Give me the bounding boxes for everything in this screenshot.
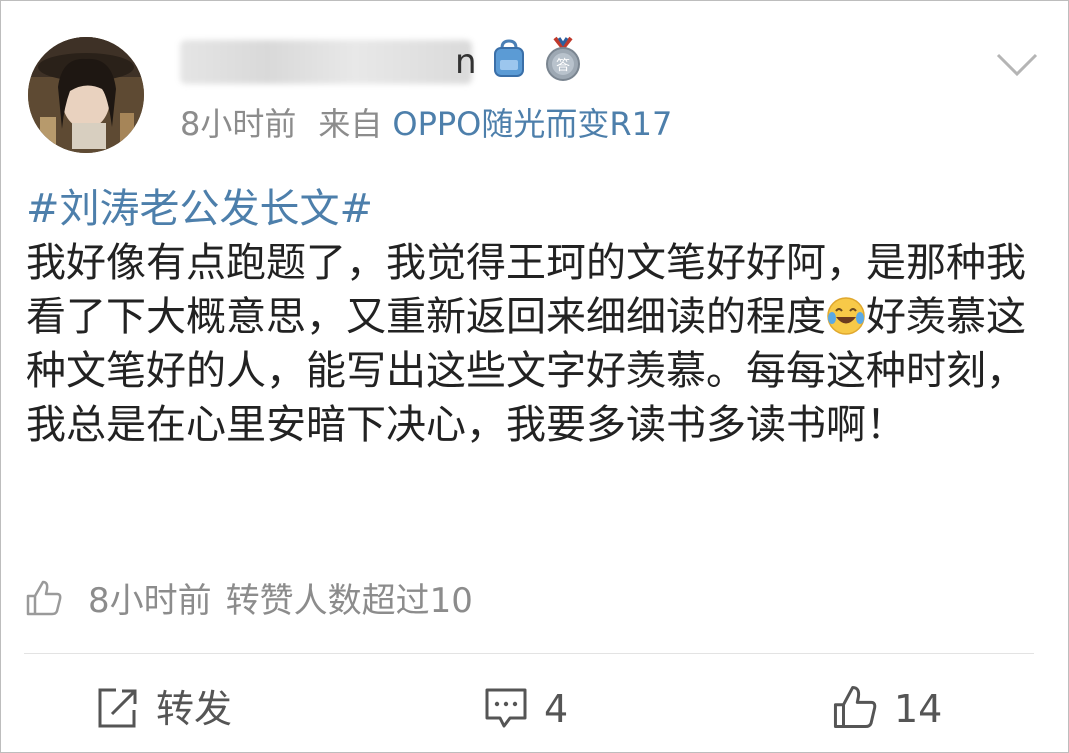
source-label: 来自	[318, 105, 383, 143]
laugh-cry-emoji	[827, 297, 865, 335]
like-button[interactable]: 14	[832, 684, 942, 734]
post-time: 8小时前	[180, 105, 297, 143]
medal-badge-icon[interactable]: 答	[543, 36, 583, 82]
username-tail: n	[455, 42, 477, 82]
device-link[interactable]: OPPO随光而变R17	[392, 105, 672, 143]
username-blurred[interactable]	[180, 40, 472, 84]
comment-button[interactable]: 4	[484, 684, 568, 734]
like-count: 14	[894, 687, 943, 731]
svg-text:答: 答	[556, 57, 570, 74]
comment-icon	[485, 688, 527, 728]
share-icon	[98, 688, 137, 728]
thumbs-up-icon	[833, 685, 877, 729]
post-body: #刘涛老公发长文# 我好像有点跑题了，我觉得王珂的文笔好好阿，是那种我看了下大概…	[26, 182, 1036, 452]
post-meta: 8小时前 来自 OPPO随光而变R17	[180, 104, 672, 144]
avatar[interactable]	[28, 37, 144, 153]
shares-count-text: 转赞人数超过10	[225, 581, 473, 621]
stats-time: 8小时前	[88, 581, 212, 621]
avatar-image	[28, 37, 144, 153]
thumbs-up-icon	[26, 580, 62, 616]
comment-count: 4	[544, 687, 569, 731]
hashtag-link[interactable]: #刘涛老公发长文#	[26, 182, 1036, 236]
stats-row: 8小时前 转赞人数超过10	[24, 578, 473, 622]
divider	[24, 653, 1034, 654]
forward-label: 转发	[156, 687, 233, 731]
bag-badge-icon[interactable]	[492, 38, 526, 80]
chevron-down-icon[interactable]	[995, 50, 1039, 80]
forward-button[interactable]: 转发	[96, 684, 232, 734]
